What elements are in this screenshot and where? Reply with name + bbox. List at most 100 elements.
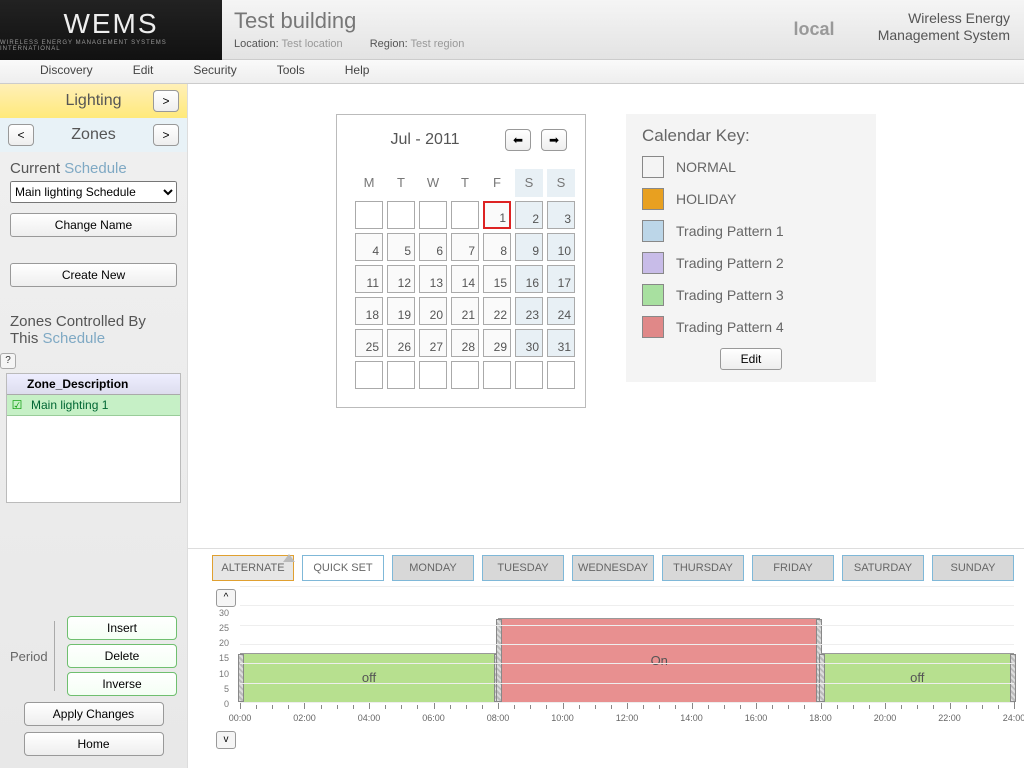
main-panel: Jul - 2011 ⬅ ➡ MTWTFSS123456789101112131… bbox=[188, 84, 1024, 768]
cal-day[interactable]: 18 bbox=[355, 297, 383, 325]
cal-day[interactable]: 30 bbox=[515, 329, 543, 357]
menu-edit[interactable]: Edit bbox=[113, 60, 174, 83]
resize-handle-icon[interactable] bbox=[1010, 654, 1016, 702]
calendar-grid: MTWTFSS123456789101112131415161718192021… bbox=[355, 169, 567, 389]
tab-saturday[interactable]: SATURDAY bbox=[842, 555, 924, 581]
key-label: Trading Pattern 2 bbox=[676, 255, 784, 271]
resize-handle-icon[interactable] bbox=[819, 654, 825, 702]
timeline: ^ 302520151050 v 00:0002:0004:0006:0008:… bbox=[212, 587, 1014, 751]
key-swatch bbox=[642, 252, 664, 274]
cal-empty bbox=[451, 201, 479, 229]
cal-empty bbox=[547, 361, 575, 389]
cal-day[interactable]: 9 bbox=[515, 233, 543, 261]
home-button[interactable]: Home bbox=[24, 732, 164, 756]
tab-thursday[interactable]: THURSDAY bbox=[662, 555, 744, 581]
cal-empty bbox=[387, 201, 415, 229]
tab-friday[interactable]: FRIDAY bbox=[752, 555, 834, 581]
zones-column-header[interactable]: Zone_Description bbox=[7, 374, 180, 395]
insert-button[interactable]: Insert bbox=[67, 616, 177, 640]
zone-row[interactable]: ☑ Main lighting 1 bbox=[7, 395, 180, 416]
cal-day[interactable]: 19 bbox=[387, 297, 415, 325]
menu-tools[interactable]: Tools bbox=[257, 60, 325, 83]
timeline-block-off[interactable]: off bbox=[240, 653, 498, 703]
cal-day[interactable]: 25 bbox=[355, 329, 383, 357]
sidebar: Lighting > < Zones > Current Schedule Ma… bbox=[0, 84, 188, 768]
inverse-button[interactable]: Inverse bbox=[67, 672, 177, 696]
cal-day[interactable]: 27 bbox=[419, 329, 447, 357]
calendar-title: Jul - 2011 bbox=[355, 131, 495, 149]
key-edit-button[interactable]: Edit bbox=[720, 348, 783, 370]
cal-day[interactable]: 10 bbox=[547, 233, 575, 261]
timeline-block-on[interactable]: On bbox=[498, 618, 821, 703]
tab-alternate[interactable]: ALTERNATE bbox=[212, 555, 294, 581]
apply-changes-button[interactable]: Apply Changes bbox=[24, 702, 164, 726]
cal-day[interactable]: 15 bbox=[483, 265, 511, 293]
tab-wednesday[interactable]: WEDNESDAY bbox=[572, 555, 654, 581]
schedule-select[interactable]: Main lighting Schedule bbox=[10, 181, 177, 203]
cal-day[interactable]: 7 bbox=[451, 233, 479, 261]
y-up-button[interactable]: ^ bbox=[216, 589, 236, 607]
logo: WEMS WIRELESS ENERGY MANAGEMENT SYSTEMS … bbox=[0, 0, 222, 60]
logo-subtext: WIRELESS ENERGY MANAGEMENT SYSTEMS INTER… bbox=[0, 40, 222, 52]
resize-handle-icon[interactable] bbox=[238, 654, 244, 702]
cal-day[interactable]: 20 bbox=[419, 297, 447, 325]
cal-day[interactable]: 24 bbox=[547, 297, 575, 325]
key-swatch bbox=[642, 316, 664, 338]
calendar-prev-button[interactable]: ⬅ bbox=[505, 129, 531, 151]
nav-zones: < Zones > bbox=[0, 118, 187, 152]
y-down-button[interactable]: v bbox=[216, 731, 236, 749]
cal-day[interactable]: 2 bbox=[515, 201, 543, 229]
cal-day[interactable]: 4 bbox=[355, 233, 383, 261]
connection-mode: local bbox=[774, 19, 854, 40]
resize-handle-icon[interactable] bbox=[496, 619, 502, 702]
tab-sunday[interactable]: SUNDAY bbox=[932, 555, 1014, 581]
nav-zones-label: Zones bbox=[34, 126, 153, 144]
cal-day[interactable]: 16 bbox=[515, 265, 543, 293]
cal-day[interactable]: 6 bbox=[419, 233, 447, 261]
cal-day[interactable]: 21 bbox=[451, 297, 479, 325]
cal-day[interactable]: 11 bbox=[355, 265, 383, 293]
cal-dow: S bbox=[547, 169, 575, 197]
cal-day[interactable]: 29 bbox=[483, 329, 511, 357]
cal-day[interactable]: 13 bbox=[419, 265, 447, 293]
cal-day[interactable]: 22 bbox=[483, 297, 511, 325]
cal-day[interactable]: 5 bbox=[387, 233, 415, 261]
cal-dow: S bbox=[515, 169, 543, 197]
key-swatch bbox=[642, 220, 664, 242]
nav-zones-prev[interactable]: < bbox=[8, 124, 34, 146]
zone-checkbox-icon[interactable]: ☑ bbox=[7, 398, 27, 412]
delete-button[interactable]: Delete bbox=[67, 644, 177, 668]
timeline-block-off[interactable]: off bbox=[821, 653, 1015, 703]
change-name-button[interactable]: Change Name bbox=[10, 213, 177, 237]
cal-day[interactable]: 12 bbox=[387, 265, 415, 293]
cal-day[interactable]: 28 bbox=[451, 329, 479, 357]
cal-empty bbox=[483, 361, 511, 389]
period-label: Period bbox=[10, 649, 48, 664]
menu-discovery[interactable]: Discovery bbox=[20, 60, 113, 83]
region-value: Test region bbox=[411, 38, 465, 50]
cal-day[interactable]: 23 bbox=[515, 297, 543, 325]
cal-day[interactable]: 17 bbox=[547, 265, 575, 293]
cal-day[interactable]: 1 bbox=[483, 201, 511, 229]
nav-lighting-label: Lighting bbox=[34, 92, 153, 110]
calendar-next-button[interactable]: ➡ bbox=[541, 129, 567, 151]
menu-security[interactable]: Security bbox=[173, 60, 256, 83]
tab-tuesday[interactable]: TUESDAY bbox=[482, 555, 564, 581]
tab-quick-set[interactable]: QUICK SET bbox=[302, 555, 384, 581]
cal-day[interactable]: 31 bbox=[547, 329, 575, 357]
key-row: Trading Pattern 2 bbox=[642, 252, 860, 274]
timeline-chart[interactable]: 00:0002:0004:0006:0008:0010:0012:0014:00… bbox=[240, 587, 1014, 723]
nav-zones-next[interactable]: > bbox=[153, 124, 179, 146]
cal-dow: F bbox=[483, 169, 511, 197]
tab-monday[interactable]: MONDAY bbox=[392, 555, 474, 581]
cal-day[interactable]: 3 bbox=[547, 201, 575, 229]
menu-help[interactable]: Help bbox=[325, 60, 390, 83]
location-value: Test location bbox=[282, 38, 343, 50]
nav-lighting-next[interactable]: > bbox=[153, 90, 179, 112]
cal-day[interactable]: 26 bbox=[387, 329, 415, 357]
cal-day[interactable]: 14 bbox=[451, 265, 479, 293]
zone-name: Main lighting 1 bbox=[27, 395, 112, 415]
cal-day[interactable]: 8 bbox=[483, 233, 511, 261]
create-new-button[interactable]: Create New bbox=[10, 263, 177, 287]
help-icon[interactable]: ? bbox=[0, 353, 16, 369]
